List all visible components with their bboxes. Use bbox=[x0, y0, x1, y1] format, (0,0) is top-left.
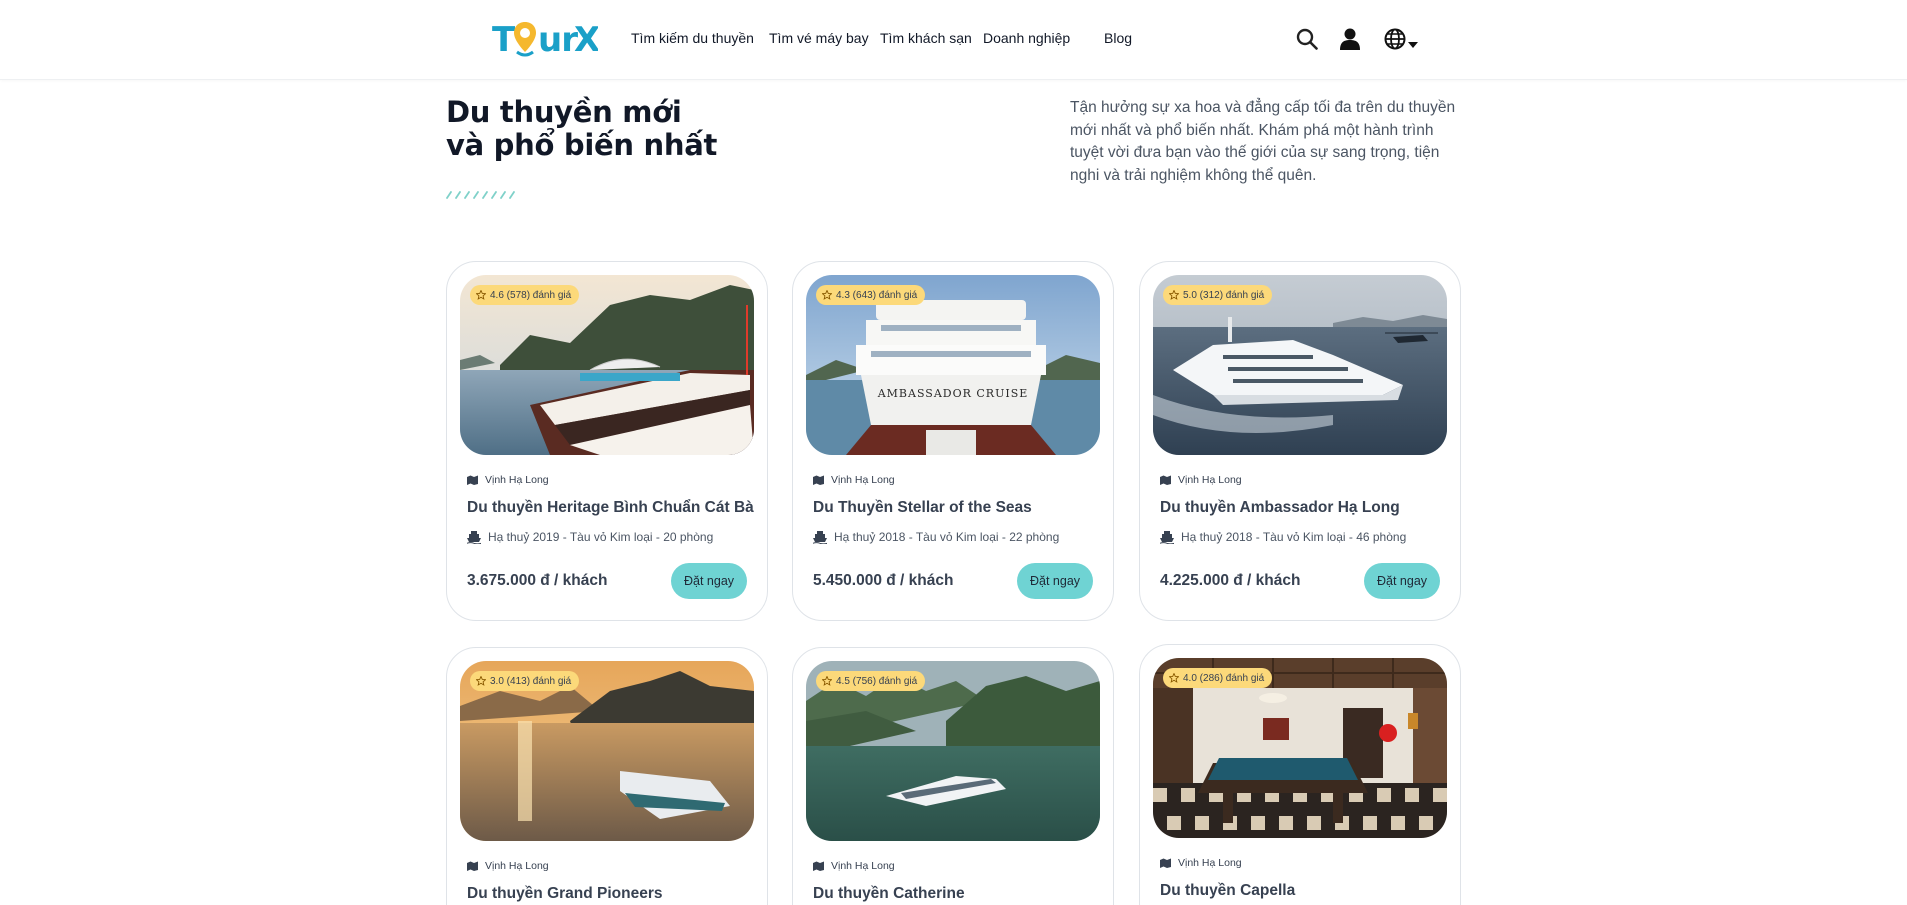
cruise-name[interactable]: Du thuyền Grand Pioneers bbox=[467, 885, 663, 903]
svg-text:T: T bbox=[492, 20, 516, 58]
cruise-specs: Hạ thuỷ 2018 - Tàu vỏ Kim loại - 46 phòn… bbox=[1160, 530, 1406, 544]
star-icon bbox=[476, 290, 486, 300]
map-icon bbox=[813, 475, 824, 485]
section-title-line1: Du thuyền mới bbox=[446, 95, 682, 129]
location: Vịnh Hạ Long bbox=[813, 474, 895, 486]
location-text: Vịnh Hạ Long bbox=[1178, 857, 1242, 869]
section-description: Tận hưởng sự xa hoa và đẳng cấp tối đa t… bbox=[1070, 99, 1456, 184]
search-icon[interactable] bbox=[1296, 28, 1318, 55]
site-header: T ur X Tìm kiếm du thuyền Tìm vé máy bay… bbox=[0, 0, 1907, 80]
rating-badge: 4.3 (643) đánh giá bbox=[816, 285, 926, 305]
cruise-specs: Hạ thuỷ 2019 - Tàu vỏ Kim loại - 20 phòn… bbox=[467, 530, 713, 544]
cruise-card[interactable]: AMBASSADOR CRUISE 4.3 (643) đánh giá Vịn… bbox=[792, 261, 1114, 621]
book-now-button[interactable]: Đặt ngay bbox=[1017, 563, 1093, 599]
spec-text: Hạ thuỷ 2018 - Tàu vỏ Kim loại - 22 phòn… bbox=[834, 530, 1060, 544]
rating-badge: 4.5 (756) đánh giá bbox=[816, 671, 926, 691]
globe-icon[interactable] bbox=[1384, 28, 1406, 55]
cruise-name[interactable]: Du thuyền Heritage Bình Chuẩn Cát Bà bbox=[467, 499, 754, 517]
rating-text: 4.0 (286) đánh giá bbox=[1183, 672, 1265, 684]
cruise-image[interactable]: 4.6 (578) đánh giá bbox=[460, 275, 754, 455]
cruise-name[interactable]: Du thuyền Ambassador Hạ Long bbox=[1160, 499, 1400, 517]
tourx-logo[interactable]: T ur X bbox=[492, 18, 598, 58]
location-text: Vịnh Hạ Long bbox=[1178, 474, 1242, 486]
rating-text: 3.0 (413) đánh giá bbox=[490, 675, 572, 687]
map-icon bbox=[1160, 475, 1171, 485]
rating-text: 4.3 (643) đánh giá bbox=[836, 289, 918, 301]
star-icon bbox=[476, 676, 486, 686]
tourx-logo-mark: T ur X bbox=[492, 20, 598, 58]
location: Vịnh Hạ Long bbox=[1160, 857, 1242, 869]
spec-text: Hạ thuỷ 2018 - Tàu vỏ Kim loại - 46 phòn… bbox=[1181, 530, 1407, 544]
cruise-name[interactable]: Du Thuyền Stellar of the Seas bbox=[813, 499, 1032, 517]
map-icon bbox=[467, 861, 478, 871]
price: 3.675.000 đ / khách bbox=[467, 572, 608, 589]
cruise-image[interactable]: 4.0 (286) đánh giá bbox=[1153, 658, 1447, 838]
nav-business[interactable]: Doanh nghiệp bbox=[983, 30, 1070, 46]
location: Vịnh Hạ Long bbox=[467, 474, 549, 486]
caret-down-icon[interactable] bbox=[1408, 36, 1418, 54]
cruise-card[interactable]: 4.6 (578) đánh giá Vịnh Hạ Long Du thuyề… bbox=[446, 261, 768, 621]
map-icon bbox=[467, 475, 478, 485]
ship-icon bbox=[1160, 530, 1174, 544]
rating-text: 4.5 (756) đánh giá bbox=[836, 675, 918, 687]
ship-icon bbox=[467, 530, 481, 544]
rating-badge: 3.0 (413) đánh giá bbox=[470, 671, 580, 691]
location-text: Vịnh Hạ Long bbox=[831, 860, 895, 872]
star-icon bbox=[1169, 673, 1179, 683]
location: Vịnh Hạ Long bbox=[1160, 474, 1242, 486]
cruise-specs: Hạ thuỷ 2018 - Tàu vỏ Kim loại - 22 phòn… bbox=[813, 530, 1059, 544]
location-text: Vịnh Hạ Long bbox=[485, 860, 549, 872]
cruise-image[interactable]: AMBASSADOR CRUISE 4.3 (643) đánh giá bbox=[806, 275, 1100, 455]
rating-text: 4.6 (578) đánh giá bbox=[490, 289, 572, 301]
rating-badge: 4.6 (578) đánh giá bbox=[470, 285, 580, 305]
location: Vịnh Hạ Long bbox=[813, 860, 895, 872]
section-title: Du thuyền mới và phổ biến nhất bbox=[446, 96, 717, 162]
cruise-card[interactable]: 3.0 (413) đánh giá Vịnh Hạ Long Du thuyề… bbox=[446, 647, 768, 905]
location-text: Vịnh Hạ Long bbox=[831, 474, 895, 486]
section-title-line2: và phổ biến nhất bbox=[446, 128, 718, 162]
svg-text:ur: ur bbox=[538, 20, 578, 58]
cruise-card[interactable]: 4.5 (756) đánh giá Vịnh Hạ Long Du thuyề… bbox=[792, 647, 1114, 905]
location-text: Vịnh Hạ Long bbox=[485, 474, 549, 486]
nav-cruise-search[interactable]: Tìm kiếm du thuyền bbox=[631, 30, 754, 46]
star-icon bbox=[822, 290, 832, 300]
map-icon bbox=[813, 861, 824, 871]
cruise-name[interactable]: Du thuyền Capella bbox=[1160, 882, 1295, 900]
book-now-button[interactable]: Đặt ngay bbox=[671, 563, 747, 599]
cruise-image[interactable]: 5.0 (312) đánh giá bbox=[1153, 275, 1447, 455]
cruise-card[interactable]: 4.0 (286) đánh giá Vịnh Hạ Long Du thuyề… bbox=[1139, 644, 1461, 905]
cruise-name[interactable]: Du thuyền Catherine bbox=[813, 885, 965, 903]
nav-hotel-search[interactable]: Tìm khách sạn bbox=[880, 30, 972, 46]
user-icon[interactable] bbox=[1340, 28, 1360, 55]
ship-name-text: AMBASSADOR CRUISE bbox=[877, 387, 1029, 400]
rating-badge: 5.0 (312) đánh giá bbox=[1163, 285, 1273, 305]
price: 4.225.000 đ / khách bbox=[1160, 572, 1301, 589]
nav-flight-search[interactable]: Tìm vé máy bay bbox=[769, 30, 869, 46]
book-now-button[interactable]: Đặt ngay bbox=[1364, 563, 1440, 599]
map-icon bbox=[1160, 858, 1171, 868]
price: 5.450.000 đ / khách bbox=[813, 572, 954, 589]
location: Vịnh Hạ Long bbox=[467, 860, 549, 872]
svg-text:X: X bbox=[574, 20, 598, 58]
title-decoration bbox=[446, 186, 516, 204]
nav-blog[interactable]: Blog bbox=[1104, 30, 1132, 46]
ship-icon bbox=[813, 530, 827, 544]
star-icon bbox=[1169, 290, 1179, 300]
cruise-card[interactable]: 5.0 (312) đánh giá Vịnh Hạ Long Du thuyề… bbox=[1139, 261, 1461, 621]
rating-text: 5.0 (312) đánh giá bbox=[1183, 289, 1265, 301]
cruise-image[interactable]: 4.5 (756) đánh giá bbox=[806, 661, 1100, 841]
star-icon bbox=[822, 676, 832, 686]
spec-text: Hạ thuỷ 2019 - Tàu vỏ Kim loại - 20 phòn… bbox=[488, 530, 714, 544]
rating-badge: 4.0 (286) đánh giá bbox=[1163, 668, 1273, 688]
cruise-image[interactable]: 3.0 (413) đánh giá bbox=[460, 661, 754, 841]
